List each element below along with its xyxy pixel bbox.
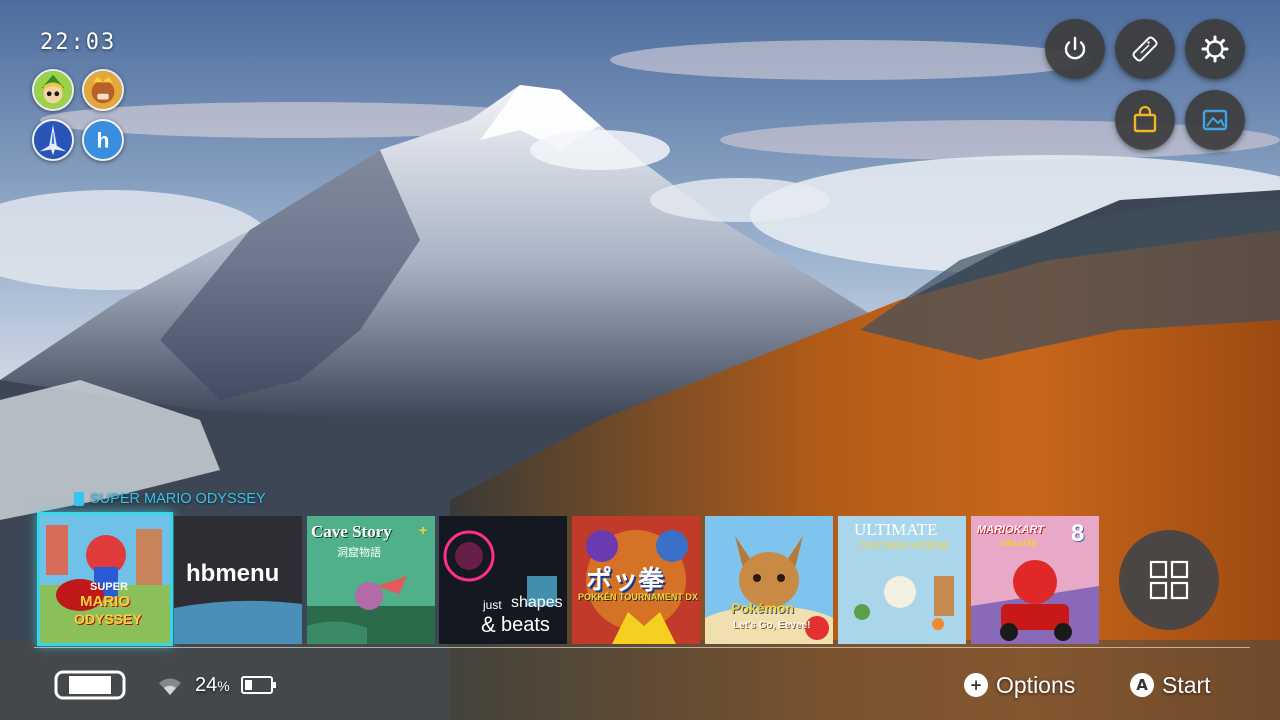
cave-story-subtitle: 洞窟物語 xyxy=(337,547,381,559)
battery-icon xyxy=(240,676,276,694)
homebrew-icon: h xyxy=(84,121,122,159)
starfighter-icon xyxy=(34,121,72,159)
album-button[interactable] xyxy=(1185,90,1245,150)
options-label: Options xyxy=(996,671,1076,698)
album-icon xyxy=(1202,109,1228,131)
gear-icon xyxy=(1201,35,1229,63)
eevee-subtitle: Let's Go, Eevee! xyxy=(733,620,811,631)
options-hint[interactable]: + Options xyxy=(964,668,1075,702)
game-tile-ultimate-chicken-horse[interactable]: ULTIMATE CHICKEN HORSE xyxy=(838,516,966,644)
eshop-button[interactable] xyxy=(1115,90,1175,150)
ship-avatar[interactable] xyxy=(32,119,74,161)
start-label: Start xyxy=(1162,671,1211,698)
uch-logo-chicken-horse: CHICKEN HORSE xyxy=(858,540,950,552)
svg-text:h: h xyxy=(97,130,110,153)
pokken-subtitle: POKKÉN TOURNAMENT DX xyxy=(578,592,698,602)
battery-status: 24% xyxy=(155,668,278,702)
link-icon xyxy=(34,71,72,109)
game-tile-mario-kart-8-deluxe[interactable]: MARIOKART DELUXE 8 xyxy=(971,516,1099,644)
console-mode-indicator xyxy=(54,668,126,702)
shelf-divider xyxy=(34,647,1250,648)
mario-odyssey-logo-mario: MARIO xyxy=(80,593,130,610)
mario-odyssey-logo-odyssey: ODYSSEY xyxy=(74,611,142,627)
king-avatar[interactable] xyxy=(82,69,124,111)
jsb-logo-ampersand: & xyxy=(481,612,496,637)
uch-logo-ultimate: ULTIMATE xyxy=(854,520,938,539)
shop-icon xyxy=(1133,105,1157,133)
cave-story-plus: + xyxy=(419,522,428,538)
wifi-icon xyxy=(159,678,181,695)
mario-odyssey-logo-super: SUPER xyxy=(90,581,128,593)
a-button-icon: A xyxy=(1130,673,1154,697)
homebrew-avatar[interactable]: h xyxy=(82,119,124,161)
controller-icon xyxy=(1132,36,1158,62)
mario-kart-8-badge: 8 xyxy=(1071,520,1085,547)
cave-story-logo: Cave Story xyxy=(311,522,392,541)
link-avatar[interactable] xyxy=(32,69,74,111)
mario-kart-logo: MARIOKART xyxy=(977,524,1045,536)
power-button[interactable] xyxy=(1045,19,1105,79)
hbmenu-logo: hbmenu xyxy=(186,560,280,587)
king-icon xyxy=(84,71,122,109)
all-software-button[interactable] xyxy=(1119,530,1219,630)
jsb-logo-just: just xyxy=(483,598,502,612)
handheld-console-icon xyxy=(54,670,126,700)
game-tile-hbmenu[interactable]: hbmenu xyxy=(174,516,302,644)
settings-button[interactable] xyxy=(1185,19,1245,79)
game-tile-super-mario-odyssey[interactable]: SUPER MARIO ODYSSEY xyxy=(37,512,173,646)
power-icon xyxy=(1064,36,1086,60)
battery-percentage: 24% xyxy=(195,673,230,696)
game-tile-cave-story[interactable]: Cave Story + 洞窟物語 xyxy=(307,516,435,644)
clock: 22:03 xyxy=(40,30,117,55)
game-tile-just-shapes-and-beats[interactable]: just shapes & beats xyxy=(439,516,567,644)
plus-button-icon: + xyxy=(964,673,988,697)
pokemon-logo: Pokémon xyxy=(731,600,795,616)
jsb-logo-shapes: shapes xyxy=(511,594,563,611)
selected-game-label: SUPER MARIO ODYSSEY xyxy=(90,491,266,507)
jsb-logo-beats: beats xyxy=(501,614,550,636)
game-card-icon xyxy=(74,492,84,506)
mario-kart-deluxe: DELUXE xyxy=(1001,538,1038,548)
selected-game-title: SUPER MARIO ODYSSEY xyxy=(74,489,266,509)
game-tile-pokken-tournament-dx[interactable]: ポッ拳 POKKÉN TOURNAMENT DX xyxy=(572,516,700,644)
game-tile-pokemon-lets-go-eevee[interactable]: Pokémon Let's Go, Eevee! xyxy=(705,516,833,644)
controllers-button[interactable] xyxy=(1115,19,1175,79)
start-hint[interactable]: A Start xyxy=(1130,668,1211,702)
grid-icon xyxy=(1149,560,1189,600)
